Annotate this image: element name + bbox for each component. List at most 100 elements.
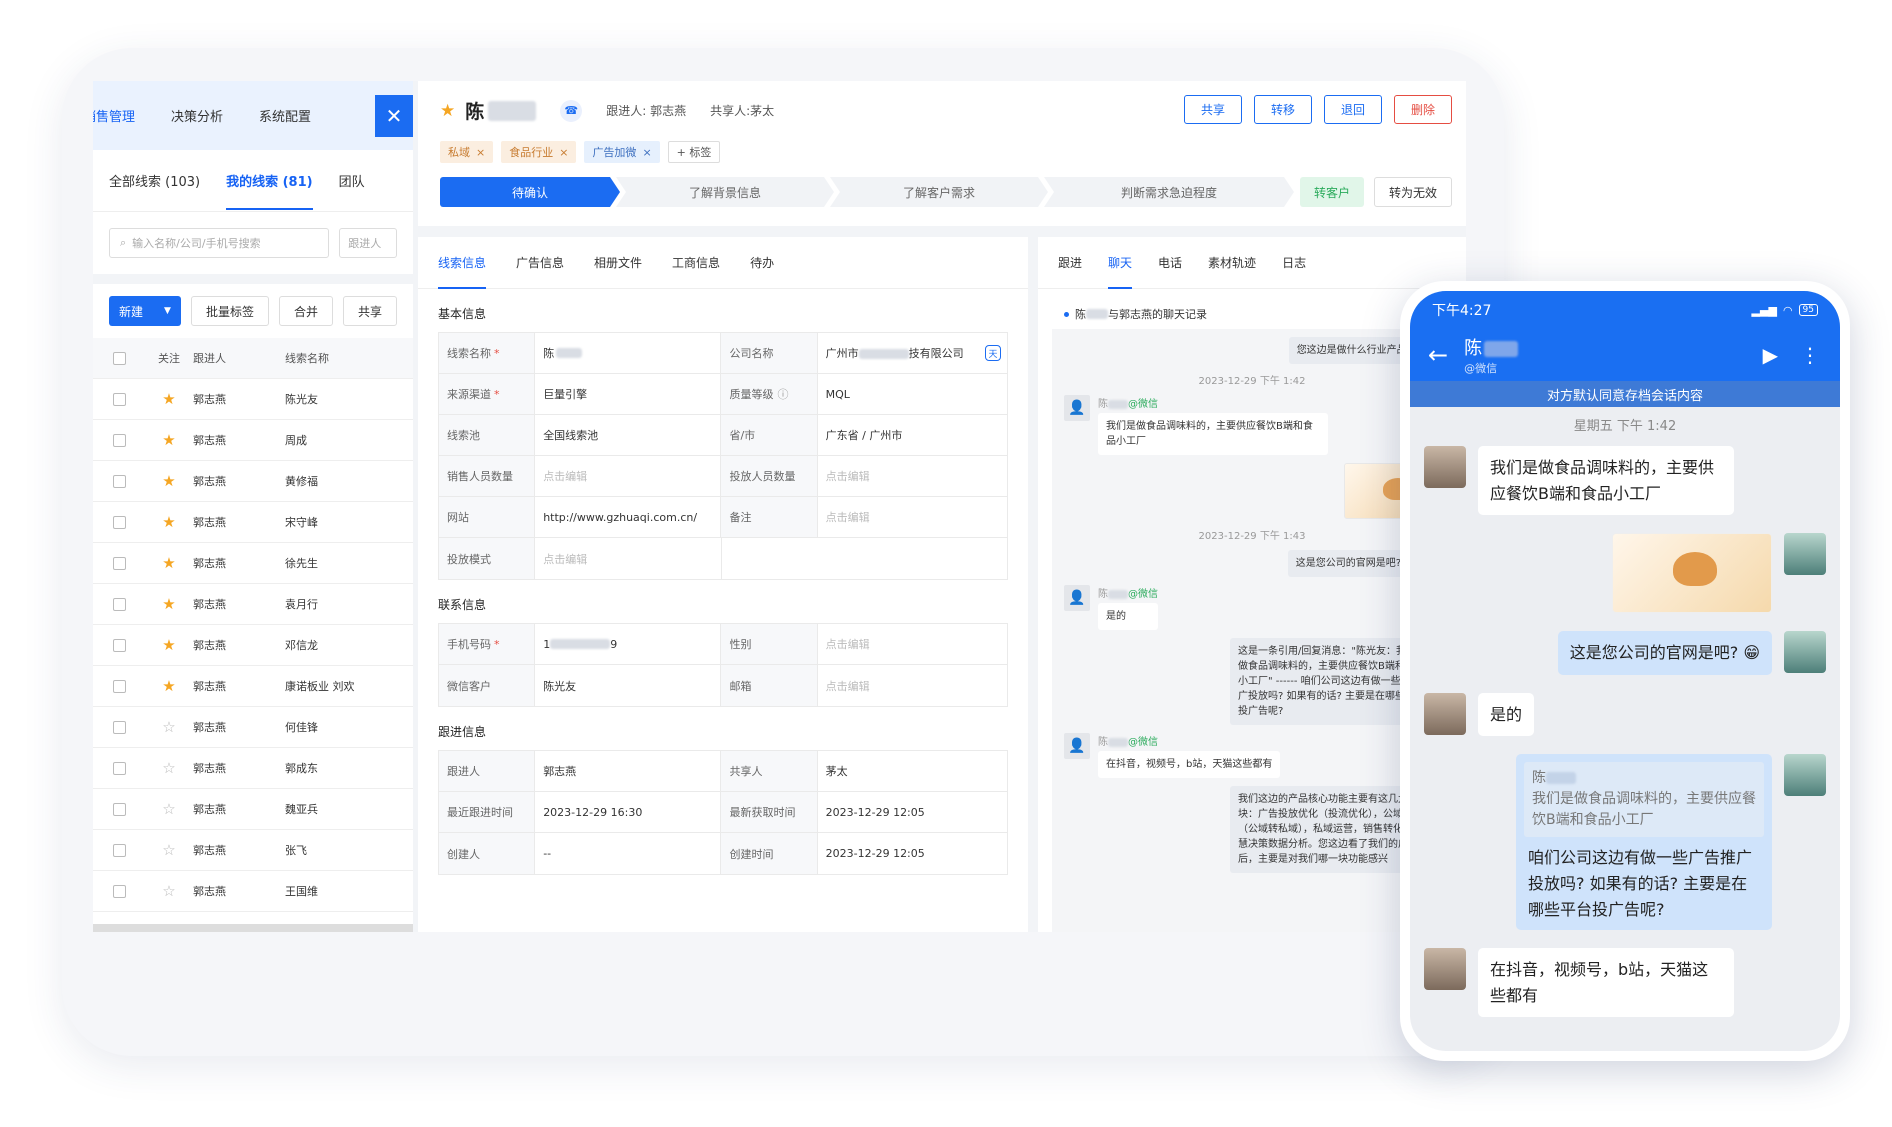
close-icon[interactable]: × bbox=[559, 146, 568, 159]
add-tag-button[interactable]: + 标签 bbox=[667, 141, 721, 163]
avatar[interactable] bbox=[1784, 533, 1826, 576]
table-row[interactable]: ★ 郭志燕 徐先生 bbox=[93, 543, 413, 584]
more-icon[interactable]: ⋮ bbox=[1800, 343, 1820, 367]
star-icon[interactable]: ★ bbox=[145, 677, 193, 695]
star-icon[interactable]: ★ bbox=[440, 101, 455, 121]
row-name[interactable]: 魏亚兵 bbox=[285, 801, 405, 817]
return-button[interactable]: 退回 bbox=[1323, 95, 1382, 124]
email-value[interactable]: 点击编辑 bbox=[818, 665, 1007, 706]
table-row[interactable]: ☆ 郭志燕 王国维 bbox=[93, 871, 413, 912]
row-checkbox[interactable] bbox=[112, 802, 126, 816]
row-name[interactable]: 张飞 bbox=[285, 842, 405, 858]
row-checkbox[interactable] bbox=[112, 884, 126, 898]
table-row[interactable]: ★ 郭志燕 康诺板业 刘欢 bbox=[93, 666, 413, 707]
row-name[interactable]: 宋守峰 bbox=[285, 514, 405, 530]
to-customer-button[interactable]: 转客户 bbox=[1300, 177, 1365, 207]
row-checkbox[interactable] bbox=[112, 761, 126, 775]
follower-filter[interactable]: 跟进人 bbox=[339, 228, 397, 258]
star-icon[interactable]: ★ bbox=[145, 595, 193, 613]
mode-value[interactable]: 点击编辑 bbox=[535, 538, 722, 579]
row-checkbox[interactable] bbox=[112, 515, 126, 529]
select-all-checkbox[interactable] bbox=[112, 351, 126, 365]
help-icon[interactable]: ⓘ bbox=[777, 386, 788, 402]
wechat-value[interactable]: 陈光友 bbox=[535, 665, 722, 706]
table-row[interactable]: ★ 郭志燕 宋守峰 bbox=[93, 502, 413, 543]
tab-material[interactable]: 素材轨迹 bbox=[1208, 254, 1256, 271]
company-value[interactable]: 广州市 技有限公司天 bbox=[818, 333, 1007, 373]
row-checkbox[interactable] bbox=[112, 720, 126, 734]
row-name[interactable]: 黄修福 bbox=[285, 473, 405, 489]
avatar[interactable] bbox=[1424, 692, 1466, 735]
row-name[interactable]: 袁月行 bbox=[285, 596, 405, 612]
tag-ad[interactable]: 广告加微 × bbox=[584, 141, 660, 163]
tab-business[interactable]: 工商信息 bbox=[672, 254, 720, 271]
stage-background[interactable]: 了解背景信息 bbox=[616, 177, 834, 207]
row-checkbox[interactable] bbox=[112, 679, 126, 693]
row-name[interactable]: 邓信龙 bbox=[285, 637, 405, 653]
table-row[interactable]: ★ 郭志燕 周成 bbox=[93, 420, 413, 461]
star-icon[interactable]: ☆ bbox=[145, 841, 193, 859]
row-name[interactable]: 康诺板业 刘欢 bbox=[285, 678, 405, 694]
close-icon[interactable]: × bbox=[642, 146, 651, 159]
note-value[interactable]: 点击编辑 bbox=[818, 497, 1007, 537]
row-name[interactable]: 郭成东 bbox=[285, 760, 405, 776]
nav-sales[interactable]: 销售管理 bbox=[93, 106, 135, 125]
row-checkbox[interactable] bbox=[112, 433, 126, 447]
row-name[interactable]: 陈光友 bbox=[285, 391, 405, 407]
star-icon[interactable]: ☆ bbox=[145, 759, 193, 777]
tab-team-leads[interactable]: 团队 bbox=[339, 171, 365, 190]
tab-all-leads[interactable]: 全部线索 (103) bbox=[109, 171, 200, 190]
tag-private[interactable]: 私域 × bbox=[440, 141, 494, 163]
avatar[interactable] bbox=[1784, 754, 1826, 797]
batch-tag-button[interactable]: 批量标签 bbox=[190, 296, 269, 326]
star-icon[interactable]: ★ bbox=[145, 513, 193, 531]
table-row[interactable]: ★ 郭志燕 陈光友 bbox=[93, 379, 413, 420]
source-value[interactable]: 巨量引擎 bbox=[535, 374, 722, 414]
transfer-button[interactable]: 转移 bbox=[1253, 95, 1312, 124]
row-name[interactable]: 周成 bbox=[285, 432, 405, 448]
table-row[interactable]: ☆ 郭志燕 张飞 bbox=[93, 830, 413, 871]
stage-urgency[interactable]: 判断需求急迫程度 bbox=[1044, 177, 1294, 207]
invest-count-value[interactable]: 点击编辑 bbox=[818, 456, 1007, 496]
mobile-value[interactable]: 19 bbox=[535, 624, 722, 664]
tab-todo[interactable]: 待办 bbox=[750, 254, 774, 271]
to-invalid-button[interactable]: 转为无效 bbox=[1374, 177, 1453, 207]
close-icon[interactable]: ✕ bbox=[375, 95, 413, 137]
star-icon[interactable]: ★ bbox=[145, 390, 193, 408]
share-list-button[interactable]: 共享 bbox=[342, 296, 397, 326]
tab-files[interactable]: 相册文件 bbox=[594, 254, 642, 271]
new-button[interactable]: 新建 ▼ bbox=[109, 296, 181, 326]
tag-food[interactable]: 食品行业 × bbox=[501, 141, 577, 163]
star-icon[interactable]: ☆ bbox=[145, 718, 193, 736]
tab-lead-info[interactable]: 线索信息 bbox=[438, 254, 487, 289]
tab-chat[interactable]: 聊天 bbox=[1108, 254, 1133, 289]
table-row[interactable]: ★ 郭志燕 袁月行 bbox=[93, 584, 413, 625]
gender-value[interactable]: 点击编辑 bbox=[818, 624, 1007, 664]
stage-pending[interactable]: 待确认 bbox=[440, 177, 620, 207]
table-row[interactable]: ☆ 郭志燕 郭成东 bbox=[93, 748, 413, 789]
avatar[interactable] bbox=[1424, 948, 1466, 991]
lead-name-value[interactable]: 陈 bbox=[535, 333, 722, 373]
website-value[interactable]: http://www.gzhuaqi.com.cn/ bbox=[535, 497, 722, 537]
row-checkbox[interactable] bbox=[112, 843, 126, 857]
row-checkbox[interactable] bbox=[112, 597, 126, 611]
row-checkbox[interactable] bbox=[112, 474, 126, 488]
row-name[interactable]: 徐先生 bbox=[285, 555, 405, 571]
stage-needs[interactable]: 了解客户需求 bbox=[830, 177, 1048, 207]
star-icon[interactable]: ★ bbox=[145, 636, 193, 654]
avatar[interactable] bbox=[1784, 631, 1826, 674]
tab-phone[interactable]: 电话 bbox=[1158, 254, 1182, 271]
image-message[interactable] bbox=[1612, 533, 1772, 614]
table-row[interactable]: ☆ 郭志燕 魏亚兵 bbox=[93, 789, 413, 830]
row-name[interactable]: 王国维 bbox=[285, 883, 405, 899]
tab-log[interactable]: 日志 bbox=[1282, 254, 1306, 271]
star-icon[interactable]: ☆ bbox=[145, 800, 193, 818]
pool-value[interactable]: 全国线索池 bbox=[535, 415, 722, 455]
merge-button[interactable]: 合并 bbox=[278, 296, 333, 326]
tab-follow[interactable]: 跟进 bbox=[1058, 254, 1082, 271]
phone-icon[interactable]: ☎ bbox=[560, 99, 583, 122]
row-name[interactable]: 何佳锋 bbox=[285, 719, 405, 735]
row-checkbox[interactable] bbox=[112, 556, 126, 570]
shield-icon[interactable]: 天 bbox=[984, 345, 1001, 361]
star-icon[interactable]: ☆ bbox=[145, 882, 193, 900]
